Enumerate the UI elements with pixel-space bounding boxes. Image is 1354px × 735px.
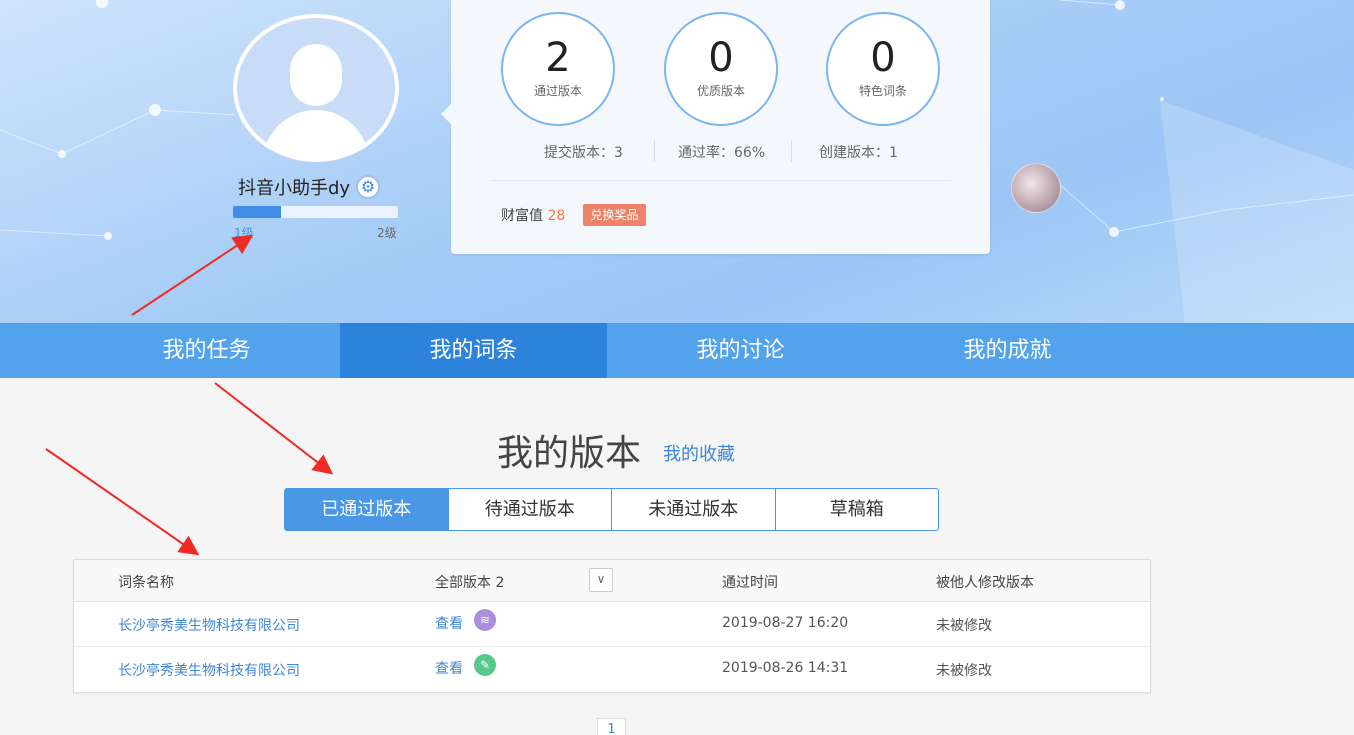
created-versions: 创建版本：1 [819,145,898,161]
featured-entries-label: 特色词条 [858,84,907,98]
featured-entries-count: 0 [870,35,896,81]
pass-time: 2019-08-26 14:31 [722,660,849,676]
divider [654,140,655,162]
nav-my-tasks[interactable]: 我的任务 [73,323,340,378]
passed-versions-count: 2 [545,35,571,81]
quality-versions-label: 优质版本 [696,84,745,98]
table-row: 长沙亭秀美生物科技有限公司 查看 ✎ 2019-08-26 14:31 未被修改 [74,647,1150,692]
featured-entries-stat: 0 特色词条 [826,12,940,126]
username: 抖音小助手dy ⚙ [238,174,381,200]
pass-rate: 通过率：66% [678,145,766,161]
header-entry-name: 词条名称 [118,575,174,591]
entry-name-link[interactable]: 长沙亭秀美生物科技有限公司 [118,660,300,680]
view-link[interactable]: 查看 [435,613,463,633]
username-text: 抖音小助手dy [238,178,351,199]
nav-my-discussions[interactable]: 我的讨论 [607,323,874,378]
pass-time: 2019-08-27 16:20 [722,615,849,631]
section-title: 我的版本 [497,433,642,474]
header-modified-by-others: 被他人修改版本 [936,575,1034,591]
modified-status: 未被修改 [936,618,992,634]
entry-name-link[interactable]: 长沙亭秀美生物科技有限公司 [118,615,300,635]
passed-versions-stat: 2 通过版本 [501,12,615,126]
tab-pending-versions[interactable]: 待通过版本 [447,489,612,530]
header-all-versions: 全部版本 2 [435,575,505,591]
table-header: 词条名称 全部版本 2 ∨ 通过时间 被他人修改版本 [74,560,1150,602]
modified-status: 未被修改 [936,663,992,679]
tab-drafts[interactable]: 草稿箱 [774,489,939,530]
level-current: 1级 [234,226,254,240]
wealth-value: 28 [547,208,566,224]
tab-rejected-versions[interactable]: 未通过版本 [611,489,775,530]
user-avatar[interactable] [233,14,399,162]
arrow-to-tabs [214,382,334,475]
arrow-to-table [45,448,200,556]
header-pass-time: 通过时间 [722,575,778,591]
versions-table: 词条名称 全部版本 2 ∨ 通过时间 被他人修改版本 长沙亭秀美生物科技有限公司… [73,559,1151,693]
version-tabs: 已通过版本 待通过版本 未通过版本 草稿箱 [284,488,939,531]
side-avatar[interactable] [1011,163,1061,213]
default-avatar-icon [237,18,395,158]
level-progress-fill [233,206,281,218]
layers-icon: ≋ [474,609,496,631]
exchange-prize-button[interactable]: 兑换奖品 [583,204,646,226]
chevron-down-icon: ∨ [596,572,606,586]
my-favorites-link[interactable]: 我的收藏 [663,440,735,466]
level-progress-bar [233,206,398,218]
divider [791,140,792,162]
pagination-page-1[interactable]: 1 [597,718,626,735]
wealth-label: 财富值 [501,208,543,224]
card-pointer [441,104,451,124]
nav-my-entries[interactable]: 我的词条 [340,323,607,378]
stats-card: 2 通过版本 0 优质版本 0 特色词条 提交版本：3 通过率：66% 创建版本… [441,0,990,254]
settings-gear-icon[interactable]: ⚙ [356,175,381,199]
main-nav: 我的任务 我的词条 我的讨论 我的成就 [0,323,1354,378]
card-divider [491,180,951,181]
level-next: 2级 [377,226,397,240]
quality-versions-stat: 0 优质版本 [664,12,778,126]
profile-banner: 抖音小助手dy ⚙ 1级 2级 2 通过版本 0 优质版本 0 特色词条 提交版… [0,0,1354,323]
edit-icon: ✎ [474,654,496,676]
wealth: 财富值 28 [501,205,565,225]
nav-my-achievements[interactable]: 我的成就 [874,323,1141,378]
table-row: 长沙亭秀美生物科技有限公司 查看 ≋ 2019-08-27 16:20 未被修改 [74,602,1150,647]
versions-filter-dropdown[interactable]: ∨ [589,568,613,592]
submitted-versions: 提交版本：3 [544,145,623,161]
quality-versions-count: 0 [708,35,734,81]
passed-versions-label: 通过版本 [533,84,582,98]
view-link[interactable]: 查看 [435,658,463,678]
tab-passed-versions[interactable]: 已通过版本 [285,489,448,530]
